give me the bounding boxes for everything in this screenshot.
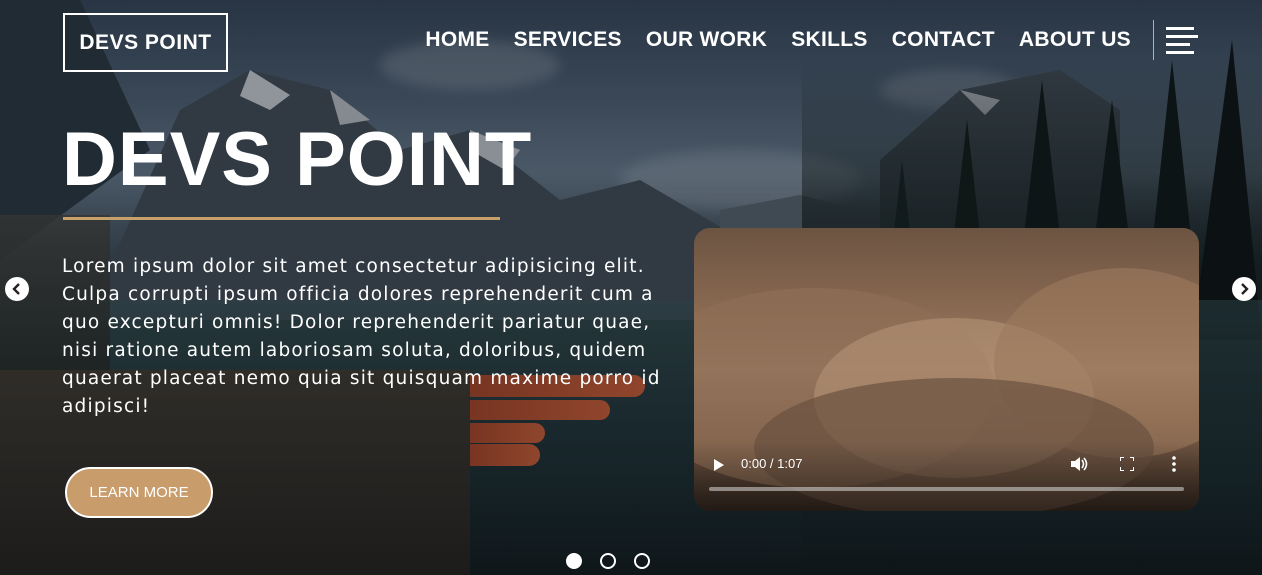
video-player[interactable]: 0:00 / 1:07 bbox=[694, 228, 1199, 511]
video-time: 0:00 / 1:07 bbox=[741, 456, 803, 471]
hero-description: Lorem ipsum dolor sit amet consectetur a… bbox=[62, 256, 661, 417]
hamburger-menu-icon[interactable] bbox=[1166, 25, 1198, 57]
nav-item-skills[interactable]: SKILLS bbox=[791, 28, 867, 52]
learn-more-button[interactable]: LEARN MORE bbox=[65, 467, 213, 518]
logo-text: DEVS POINT bbox=[79, 30, 212, 54]
carousel-prev-button[interactable] bbox=[5, 277, 29, 301]
chevron-right-icon bbox=[1241, 283, 1249, 295]
video-progress-bar[interactable] bbox=[709, 487, 1184, 491]
site-logo[interactable]: DEVS POINT bbox=[63, 13, 228, 72]
video-controls bbox=[694, 441, 1199, 511]
more-options-icon[interactable] bbox=[1172, 456, 1176, 472]
carousel-dot-1[interactable] bbox=[566, 553, 582, 569]
chevron-left-icon bbox=[12, 283, 20, 295]
nav-divider bbox=[1153, 20, 1154, 60]
carousel-next-button[interactable] bbox=[1232, 277, 1256, 301]
volume-icon[interactable] bbox=[1071, 456, 1089, 472]
play-icon[interactable] bbox=[714, 459, 724, 471]
nav-item-services[interactable]: SERVICES bbox=[514, 28, 622, 52]
nav-item-about-us[interactable]: ABOUT US bbox=[1019, 28, 1131, 52]
carousel-dots bbox=[566, 553, 650, 569]
hero-title: DEVS POINT bbox=[62, 117, 533, 202]
learn-more-label: LEARN MORE bbox=[89, 484, 189, 501]
carousel-dot-3[interactable] bbox=[634, 553, 650, 569]
main-nav: HOME SERVICES OUR WORK SKILLS CONTACT AB… bbox=[425, 28, 1131, 52]
nav-item-contact[interactable]: CONTACT bbox=[892, 28, 995, 52]
fullscreen-icon[interactable] bbox=[1120, 457, 1134, 471]
title-underline bbox=[63, 217, 500, 220]
carousel-dot-2[interactable] bbox=[600, 553, 616, 569]
nav-item-our-work[interactable]: OUR WORK bbox=[646, 28, 767, 52]
nav-item-home[interactable]: HOME bbox=[425, 28, 489, 52]
